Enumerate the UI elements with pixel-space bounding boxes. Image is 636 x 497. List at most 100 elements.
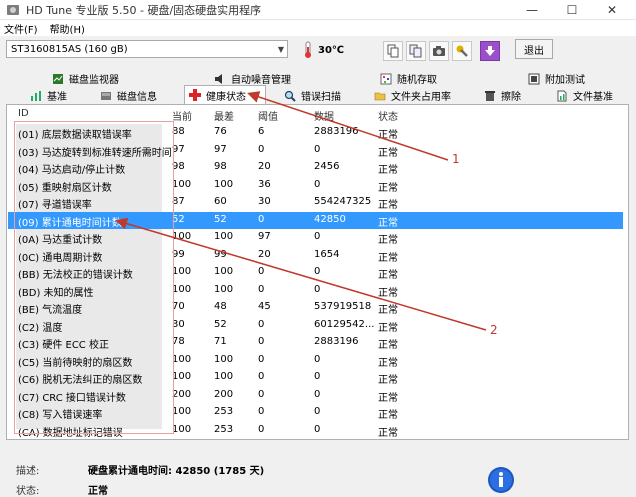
random-access-icon bbox=[380, 73, 392, 84]
header-status[interactable]: 状态 bbox=[378, 108, 398, 123]
row-worst: 100 bbox=[214, 178, 234, 190]
tab-label: 文件夹占用率 bbox=[391, 92, 451, 103]
close-button[interactable]: ✕ bbox=[592, 0, 632, 20]
row-current: 100 bbox=[172, 178, 192, 190]
thermometer-icon bbox=[305, 41, 311, 58]
tab-file-benchmark[interactable]: 文件基准 bbox=[552, 87, 632, 104]
options-button[interactable] bbox=[452, 41, 472, 61]
row-threshold: 0 bbox=[258, 266, 265, 277]
row-threshold: 0 bbox=[258, 423, 265, 435]
screenshot-button[interactable] bbox=[429, 41, 449, 61]
tab-error-scan[interactable]: 错误扫描 bbox=[280, 87, 360, 104]
row-status: 正常 bbox=[378, 427, 398, 439]
row-data: 554247325 bbox=[314, 196, 372, 207]
tab-random-access[interactable]: 随机存取 bbox=[376, 70, 516, 87]
row-worst: 100 bbox=[214, 266, 234, 277]
description-label: 描述: bbox=[16, 466, 40, 477]
tab-disk-monitor[interactable]: 磁盘监视器 bbox=[48, 70, 198, 87]
header-data[interactable]: 数据 bbox=[314, 108, 334, 123]
row-current: 200 bbox=[172, 388, 192, 400]
copy-button[interactable] bbox=[383, 41, 403, 61]
save-button[interactable] bbox=[480, 41, 500, 61]
copy-all-button[interactable] bbox=[406, 41, 426, 61]
row-worst: 100 bbox=[214, 353, 234, 365]
row-status: 正常 bbox=[378, 375, 398, 386]
toolbar: ST3160815AS (160 gB) ▼ 30℃ 退出 bbox=[0, 36, 636, 64]
download-arrow-icon bbox=[485, 46, 495, 56]
row-threshold: 0 bbox=[258, 406, 265, 417]
row-worst: 48 bbox=[214, 301, 227, 312]
row-status: 正常 bbox=[378, 357, 398, 369]
row-worst: 60 bbox=[214, 196, 227, 207]
exit-button[interactable]: 退出 bbox=[515, 39, 553, 59]
tab-label: 文件基准 bbox=[573, 92, 613, 103]
tab-row-1: 磁盘监视器 自动噪音管理 随机存取 附加测试 bbox=[0, 70, 636, 87]
tab-extra-tests[interactable]: 附加测试 bbox=[524, 70, 629, 87]
row-threshold: 0 bbox=[258, 283, 265, 295]
header-threshold[interactable]: 阈值 bbox=[258, 108, 278, 123]
menu-help[interactable]: 帮助(H) bbox=[50, 21, 85, 36]
row-status: 正常 bbox=[378, 410, 398, 421]
row-threshold: 0 bbox=[258, 213, 265, 225]
row-threshold: 0 bbox=[258, 336, 265, 347]
trash-icon bbox=[485, 90, 495, 101]
annotation-box bbox=[14, 121, 174, 434]
tab-label: 错误扫描 bbox=[301, 92, 341, 103]
tab-health[interactable]: 健康状态 bbox=[184, 85, 266, 104]
menu-file[interactable]: 文件(F) bbox=[4, 21, 38, 36]
extra-tests-icon bbox=[528, 73, 540, 84]
drive-select[interactable]: ST3160815AS (160 gB) ▼ bbox=[6, 40, 288, 58]
row-current: 100 bbox=[172, 266, 192, 277]
row-worst: 76 bbox=[214, 126, 227, 137]
tab-label: 自动噪音管理 bbox=[231, 75, 291, 86]
title-bar: HD Tune 专业版 5.50 - 硬盘/固态硬盘实用程序 — ☐ ✕ bbox=[0, 0, 636, 20]
folder-icon bbox=[374, 92, 386, 100]
tab-folder-usage[interactable]: 文件夹占用率 bbox=[370, 87, 470, 104]
info-icon[interactable] bbox=[487, 466, 515, 494]
row-status: 正常 bbox=[378, 130, 398, 141]
wrench-icon bbox=[456, 45, 468, 57]
header-current[interactable]: 当前 bbox=[172, 108, 192, 123]
row-status: 正常 bbox=[378, 217, 398, 229]
minimize-button[interactable]: — bbox=[512, 0, 552, 20]
tab-label: 磁盘信息 bbox=[117, 92, 157, 103]
maximize-button[interactable]: ☐ bbox=[552, 0, 592, 20]
row-data: 2883196 bbox=[314, 126, 359, 137]
tab-disk-info[interactable]: 磁盘信息 bbox=[96, 87, 178, 104]
magnifier-icon bbox=[284, 90, 296, 102]
row-status: 正常 bbox=[378, 165, 398, 176]
row-data: 0 bbox=[314, 388, 321, 400]
row-threshold: 45 bbox=[258, 301, 271, 312]
status-area: 描述: 硬盘累计通电时间: 42850 (1785 天) 状态: 正常 bbox=[0, 458, 636, 497]
tab-row-2: 基准 磁盘信息 健康状态 错误扫描 文件夹占用率 擦除 文件基准 bbox=[0, 85, 636, 104]
header-id[interactable]: ID bbox=[18, 108, 29, 119]
row-data: 0 bbox=[314, 231, 321, 242]
benchmark-icon bbox=[31, 90, 41, 101]
row-data: 0 bbox=[314, 371, 321, 382]
tab-label: 磁盘监视器 bbox=[69, 75, 119, 86]
tab-label: 附加测试 bbox=[545, 75, 585, 86]
row-data: 60129542... bbox=[314, 318, 375, 330]
row-status: 正常 bbox=[378, 270, 398, 281]
row-status: 正常 bbox=[378, 252, 398, 264]
tab-label: 基准 bbox=[47, 92, 67, 103]
row-data: 2883196 bbox=[314, 336, 359, 347]
row-threshold: 0 bbox=[258, 318, 265, 330]
tab-erase[interactable]: 擦除 bbox=[480, 87, 540, 104]
header-worst[interactable]: 最差 bbox=[214, 108, 234, 123]
row-current: 100 bbox=[172, 353, 192, 365]
row-worst: 97 bbox=[214, 143, 227, 155]
row-status: 正常 bbox=[378, 200, 398, 211]
row-threshold: 36 bbox=[258, 178, 271, 190]
drive-select-value: ST3160815AS (160 gB) bbox=[11, 43, 128, 55]
row-worst: 52 bbox=[214, 213, 227, 225]
tab-benchmark[interactable]: 基准 bbox=[26, 87, 86, 104]
annotation-label-1: 1 bbox=[452, 152, 460, 166]
tab-label: 健康状态 bbox=[206, 91, 246, 103]
file-benchmark-icon bbox=[557, 90, 567, 101]
row-data: 0 bbox=[314, 283, 321, 295]
row-threshold: 0 bbox=[258, 388, 265, 400]
row-current: 100 bbox=[172, 283, 192, 295]
temperature-readout: 30℃ bbox=[318, 45, 345, 56]
row-worst: 98 bbox=[214, 161, 227, 172]
